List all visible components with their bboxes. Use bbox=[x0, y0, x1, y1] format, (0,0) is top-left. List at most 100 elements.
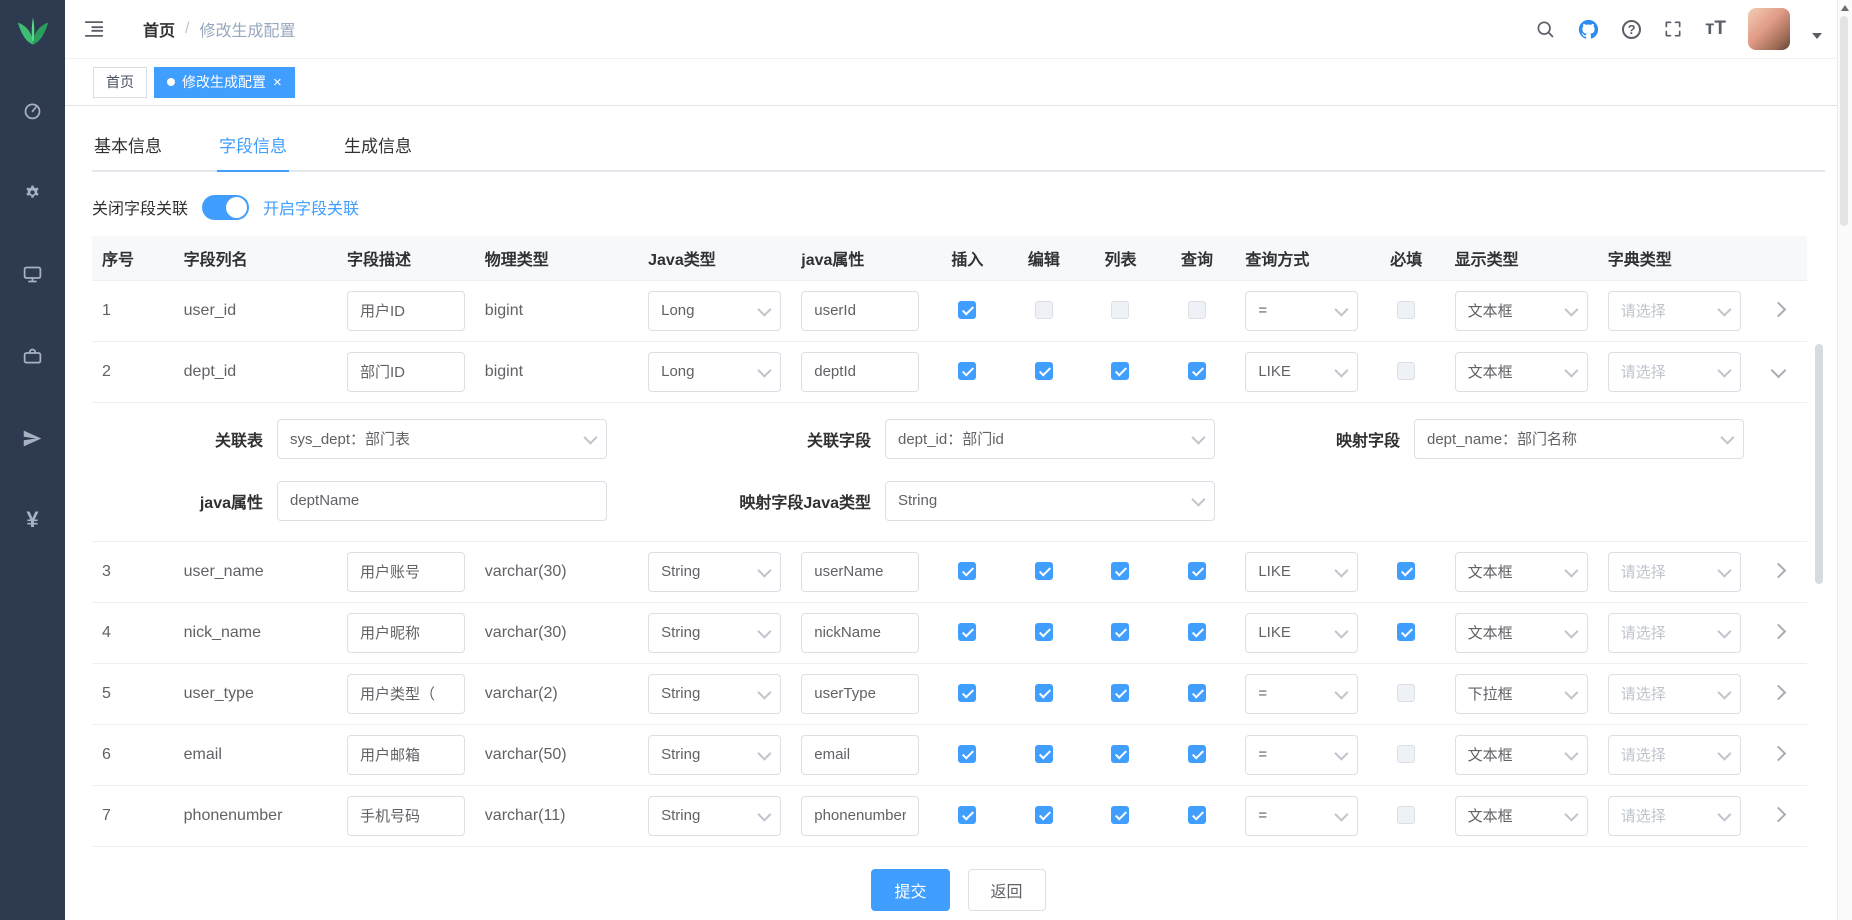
insert-checkbox[interactable] bbox=[958, 301, 976, 319]
tag-current[interactable]: 修改生成配置 × bbox=[154, 67, 295, 98]
back-button[interactable]: 返回 bbox=[968, 869, 1046, 911]
tag-close-icon[interactable]: × bbox=[273, 75, 282, 90]
help-icon[interactable]: ? bbox=[1622, 20, 1641, 39]
expand-row-icon[interactable] bbox=[1771, 745, 1787, 761]
search-icon[interactable] bbox=[1535, 19, 1555, 39]
query-mode-select[interactable]: LIKE bbox=[1245, 352, 1358, 392]
java-attr-input[interactable] bbox=[801, 735, 919, 775]
insert-checkbox[interactable] bbox=[958, 684, 976, 702]
query-mode-select[interactable]: = bbox=[1245, 796, 1358, 836]
java-type-select[interactable]: Long bbox=[648, 352, 781, 392]
dict-type-select[interactable]: 请选择 bbox=[1608, 674, 1741, 714]
tab-field-info[interactable]: 字段信息 bbox=[217, 124, 289, 172]
edit-checkbox[interactable] bbox=[1035, 684, 1053, 702]
column-description-input[interactable] bbox=[347, 735, 465, 775]
edit-checkbox[interactable] bbox=[1035, 806, 1053, 824]
mapped-field-select[interactable]: dept_name：部门名称 bbox=[1414, 419, 1744, 459]
java-type-select[interactable]: String bbox=[648, 796, 781, 836]
dict-type-select[interactable]: 请选择 bbox=[1608, 735, 1741, 775]
related-field-select[interactable]: dept_id：部门id bbox=[885, 419, 1215, 459]
dashboard-icon[interactable] bbox=[13, 90, 53, 130]
query-checkbox[interactable] bbox=[1188, 623, 1206, 641]
currency-menu-icon[interactable]: ¥ bbox=[13, 500, 53, 540]
required-checkbox[interactable] bbox=[1397, 806, 1415, 824]
dict-type-select[interactable]: 请选择 bbox=[1608, 291, 1741, 331]
edit-checkbox[interactable] bbox=[1035, 562, 1053, 580]
dict-type-select[interactable]: 请选择 bbox=[1608, 613, 1741, 653]
display-type-select[interactable]: 文本框 bbox=[1455, 796, 1588, 836]
java-type-select[interactable]: String bbox=[648, 613, 781, 653]
query-checkbox[interactable] bbox=[1188, 745, 1206, 763]
required-checkbox[interactable] bbox=[1397, 362, 1415, 380]
column-description-input[interactable] bbox=[347, 796, 465, 836]
query-checkbox[interactable] bbox=[1188, 562, 1206, 580]
display-type-select[interactable]: 文本框 bbox=[1455, 291, 1588, 331]
display-type-select[interactable]: 文本框 bbox=[1455, 552, 1588, 592]
user-menu-caret-icon[interactable] bbox=[1812, 33, 1822, 39]
column-description-input[interactable] bbox=[347, 613, 465, 653]
related-table-select[interactable]: sys_dept：部门表 bbox=[277, 419, 607, 459]
dict-type-select[interactable]: 请选择 bbox=[1608, 552, 1741, 592]
exp-java-attr-input[interactable] bbox=[277, 481, 607, 521]
query-checkbox[interactable] bbox=[1188, 806, 1206, 824]
page-scrollbar-thumb[interactable] bbox=[1840, 16, 1848, 226]
column-description-input[interactable] bbox=[347, 674, 465, 714]
sidebar-fold-icon[interactable] bbox=[83, 18, 127, 40]
column-description-input[interactable] bbox=[347, 291, 465, 331]
user-avatar[interactable] bbox=[1748, 8, 1790, 50]
insert-checkbox[interactable] bbox=[958, 562, 976, 580]
required-checkbox[interactable] bbox=[1397, 301, 1415, 319]
query-mode-select[interactable]: LIKE bbox=[1245, 552, 1358, 592]
required-checkbox[interactable] bbox=[1397, 745, 1415, 763]
query-mode-select[interactable]: LIKE bbox=[1245, 613, 1358, 653]
scrollbar-up-arrow-icon[interactable] bbox=[1841, 5, 1849, 11]
edit-checkbox[interactable] bbox=[1035, 623, 1053, 641]
expand-row-icon[interactable] bbox=[1771, 301, 1787, 317]
insert-checkbox[interactable] bbox=[958, 623, 976, 641]
query-mode-select[interactable]: = bbox=[1245, 735, 1358, 775]
submit-button[interactable]: 提交 bbox=[871, 869, 949, 911]
dict-type-select[interactable]: 请选择 bbox=[1608, 352, 1741, 392]
list-checkbox[interactable] bbox=[1111, 362, 1129, 380]
display-type-select[interactable]: 文本框 bbox=[1455, 613, 1588, 653]
expand-row-icon[interactable] bbox=[1771, 806, 1787, 822]
dict-type-select[interactable]: 请选择 bbox=[1608, 796, 1741, 836]
edit-checkbox[interactable] bbox=[1035, 362, 1053, 380]
required-checkbox[interactable] bbox=[1397, 623, 1415, 641]
expand-row-icon[interactable] bbox=[1771, 623, 1787, 639]
expand-row-icon[interactable] bbox=[1771, 562, 1787, 578]
expand-row-icon[interactable] bbox=[1771, 684, 1787, 700]
insert-checkbox[interactable] bbox=[958, 362, 976, 380]
display-type-select[interactable]: 文本框 bbox=[1455, 352, 1588, 392]
java-attr-input[interactable] bbox=[801, 552, 919, 592]
table-scrollbar-thumb[interactable] bbox=[1815, 344, 1823, 584]
display-type-select[interactable]: 下拉框 bbox=[1455, 674, 1588, 714]
query-mode-select[interactable]: = bbox=[1245, 674, 1358, 714]
github-icon[interactable] bbox=[1577, 18, 1600, 41]
java-attr-input[interactable] bbox=[801, 352, 919, 392]
java-type-select[interactable]: String bbox=[648, 674, 781, 714]
system-tools-briefcase-icon[interactable] bbox=[13, 336, 53, 376]
java-attr-input[interactable] bbox=[801, 613, 919, 653]
breadcrumb-home[interactable]: 首页 bbox=[143, 17, 175, 41]
java-type-select[interactable]: String bbox=[648, 552, 781, 592]
column-description-input[interactable] bbox=[347, 552, 465, 592]
guide-paper-plane-icon[interactable] bbox=[13, 418, 53, 458]
list-checkbox[interactable] bbox=[1111, 562, 1129, 580]
page-scrollbar[interactable] bbox=[1837, 0, 1852, 920]
tag-home[interactable]: 首页 bbox=[93, 67, 147, 98]
java-attr-input[interactable] bbox=[801, 291, 919, 331]
query-checkbox[interactable] bbox=[1188, 301, 1206, 319]
fullscreen-icon[interactable] bbox=[1663, 19, 1683, 39]
system-monitor-icon[interactable] bbox=[13, 254, 53, 294]
collapse-row-icon[interactable] bbox=[1771, 362, 1787, 378]
mapped-java-type-select[interactable]: String bbox=[885, 481, 1215, 521]
insert-checkbox[interactable] bbox=[958, 745, 976, 763]
java-type-select[interactable]: Long bbox=[648, 291, 781, 331]
tab-basic-info[interactable]: 基本信息 bbox=[92, 124, 164, 172]
list-checkbox[interactable] bbox=[1111, 301, 1129, 319]
java-attr-input[interactable] bbox=[801, 796, 919, 836]
list-checkbox[interactable] bbox=[1111, 745, 1129, 763]
list-checkbox[interactable] bbox=[1111, 806, 1129, 824]
query-mode-select[interactable]: = bbox=[1245, 291, 1358, 331]
